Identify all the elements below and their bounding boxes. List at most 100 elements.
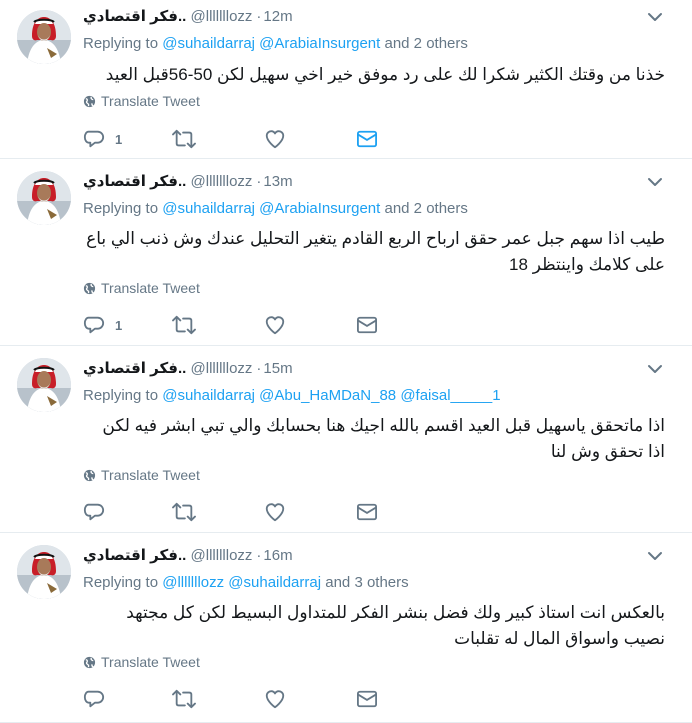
tweet-actions <box>83 500 378 524</box>
direct-message-button[interactable] <box>356 127 378 151</box>
reply-button[interactable] <box>83 500 172 524</box>
translate-tweet-link[interactable]: Translate Tweet <box>83 654 200 670</box>
tweet[interactable]: فكر اقتصادي.. @lllllllozz · 16m Replying t… <box>0 533 692 723</box>
direct-message-button[interactable] <box>356 687 378 711</box>
avatar[interactable] <box>17 358 71 412</box>
retweet-icon <box>172 689 196 709</box>
display-name[interactable]: فكر اقتصادي.. <box>83 173 186 190</box>
mention-link[interactable]: @ArabiaInsurgent <box>259 200 380 217</box>
mention-list: @suhaildarraj @Abu_HaMDaN_88 @faisal____… <box>162 387 500 404</box>
replying-to-label: Replying to <box>83 200 159 217</box>
tweet[interactable]: فكر اقتصادي.. @lllllllozz · 13m Replying t… <box>0 159 692 346</box>
retweet-button[interactable] <box>172 687 264 711</box>
mention-list: @lllllllozz @suhaildarraj <box>162 574 321 591</box>
tweet-text: طيب اذا سهم جبل عمر حقق ارباح الربع القا… <box>86 229 665 274</box>
tweet-actions: 1 <box>83 127 378 151</box>
display-name[interactable]: فكر اقتصادي.. <box>83 360 186 377</box>
mention-list: @suhaildarraj @ArabiaInsurgent <box>162 200 380 217</box>
globe-icon <box>83 656 96 668</box>
heart-icon <box>265 690 285 709</box>
tweet[interactable]: فكر اقتصادي.. @lllllllozz · 12m Replying t… <box>0 0 692 159</box>
heart-icon <box>265 503 285 522</box>
display-name[interactable]: فكر اقتصادي.. <box>83 8 186 25</box>
like-button[interactable] <box>264 500 356 524</box>
retweet-button[interactable] <box>172 500 264 524</box>
display-name[interactable]: فكر اقتصادي.. <box>83 547 186 564</box>
translate-tweet-link[interactable]: Translate Tweet <box>83 93 200 109</box>
reply-button[interactable]: 1 <box>83 127 172 151</box>
separator-dot: · <box>256 360 262 377</box>
mention-link[interactable]: @suhaildarraj <box>162 387 255 404</box>
envelope-icon <box>357 316 377 334</box>
avatar-image <box>17 171 71 225</box>
mention-link[interactable]: @ArabiaInsurgent <box>259 35 380 52</box>
envelope-icon <box>357 130 377 148</box>
tweet[interactable]: فكر اقتصادي.. @lllllllozz · 15m Replying t… <box>0 346 692 533</box>
direct-message-button[interactable] <box>356 313 378 337</box>
avatar-image <box>17 358 71 412</box>
replying-to: Replying to @suhaildarraj @ArabiaInsurge… <box>83 200 468 217</box>
heart-icon <box>265 130 285 149</box>
mention-link[interactable]: @faisal_____1 <box>400 387 500 404</box>
replying-to-label: Replying to <box>83 35 159 52</box>
timestamp[interactable]: 16m <box>263 547 292 564</box>
retweet-icon <box>172 502 196 522</box>
translate-tweet-link[interactable]: Translate Tweet <box>83 280 200 296</box>
tweet-header: فكر اقتصادي.. @lllllllozz · 12m <box>83 7 293 27</box>
chevron-down-icon[interactable] <box>646 8 664 26</box>
mention-link[interactable]: @suhaildarraj <box>228 574 321 591</box>
chevron-down-icon[interactable] <box>646 547 664 565</box>
tweet-header: فكر اقتصادي.. @lllllllozz · 16m <box>83 546 293 566</box>
username[interactable]: @lllllllozz <box>191 547 253 564</box>
separator-dot: · <box>256 547 262 564</box>
envelope-icon <box>357 503 377 521</box>
translate-label: Translate Tweet <box>101 467 200 483</box>
username[interactable]: @lllllllozz <box>191 8 253 25</box>
replying-to: Replying to @suhaildarraj @Abu_HaMDaN_88… <box>83 387 501 404</box>
like-button[interactable] <box>264 127 356 151</box>
replying-to-label: Replying to <box>83 387 159 404</box>
translate-tweet-link[interactable]: Translate Tweet <box>83 467 200 483</box>
tweet-text: اذا ماتحقق ياسهيل قبل العيد اقسم بالله ا… <box>102 416 665 461</box>
replying-to-others[interactable]: and 2 others <box>384 35 467 52</box>
retweet-button[interactable] <box>172 313 264 337</box>
timestamp[interactable]: 12m <box>263 8 292 25</box>
username[interactable]: @lllllllozz <box>191 173 253 190</box>
tweet-actions: 1 <box>83 313 378 337</box>
avatar-image <box>17 10 71 64</box>
replying-to: Replying to @lllllllozz @suhaildarraj an… <box>83 574 409 591</box>
translate-label: Translate Tweet <box>101 654 200 670</box>
replying-to-others[interactable]: and 3 others <box>325 574 408 591</box>
timestamp[interactable]: 15m <box>263 360 292 377</box>
direct-message-button[interactable] <box>356 500 378 524</box>
mention-link[interactable]: @Abu_HaMDaN_88 <box>259 387 396 404</box>
avatar[interactable] <box>17 171 71 225</box>
avatar[interactable] <box>17 10 71 64</box>
avatar[interactable] <box>17 545 71 599</box>
mention-link[interactable]: @suhaildarraj <box>162 35 255 52</box>
retweet-button[interactable] <box>172 127 264 151</box>
like-button[interactable] <box>264 313 356 337</box>
mention-list: @suhaildarraj @ArabiaInsurgent <box>162 35 380 52</box>
replying-to-others[interactable]: and 2 others <box>384 200 467 217</box>
username[interactable]: @lllllllozz <box>191 360 253 377</box>
like-button[interactable] <box>264 687 356 711</box>
avatar-image <box>17 545 71 599</box>
reply-icon <box>83 503 105 521</box>
translate-label: Translate Tweet <box>101 280 200 296</box>
chevron-down-icon[interactable] <box>646 173 664 191</box>
retweet-icon <box>172 315 196 335</box>
timestamp[interactable]: 13m <box>263 173 292 190</box>
separator-dot: · <box>256 173 262 190</box>
chevron-down-icon[interactable] <box>646 360 664 378</box>
envelope-icon <box>357 690 377 708</box>
reply-button[interactable]: 1 <box>83 313 172 337</box>
replying-to-label: Replying to <box>83 574 159 591</box>
separator-dot: · <box>256 8 262 25</box>
heart-icon <box>265 316 285 335</box>
mention-link[interactable]: @lllllllozz <box>162 574 224 591</box>
translate-label: Translate Tweet <box>101 93 200 109</box>
reply-button[interactable] <box>83 687 172 711</box>
mention-link[interactable]: @suhaildarraj <box>162 200 255 217</box>
retweet-icon <box>172 129 196 149</box>
